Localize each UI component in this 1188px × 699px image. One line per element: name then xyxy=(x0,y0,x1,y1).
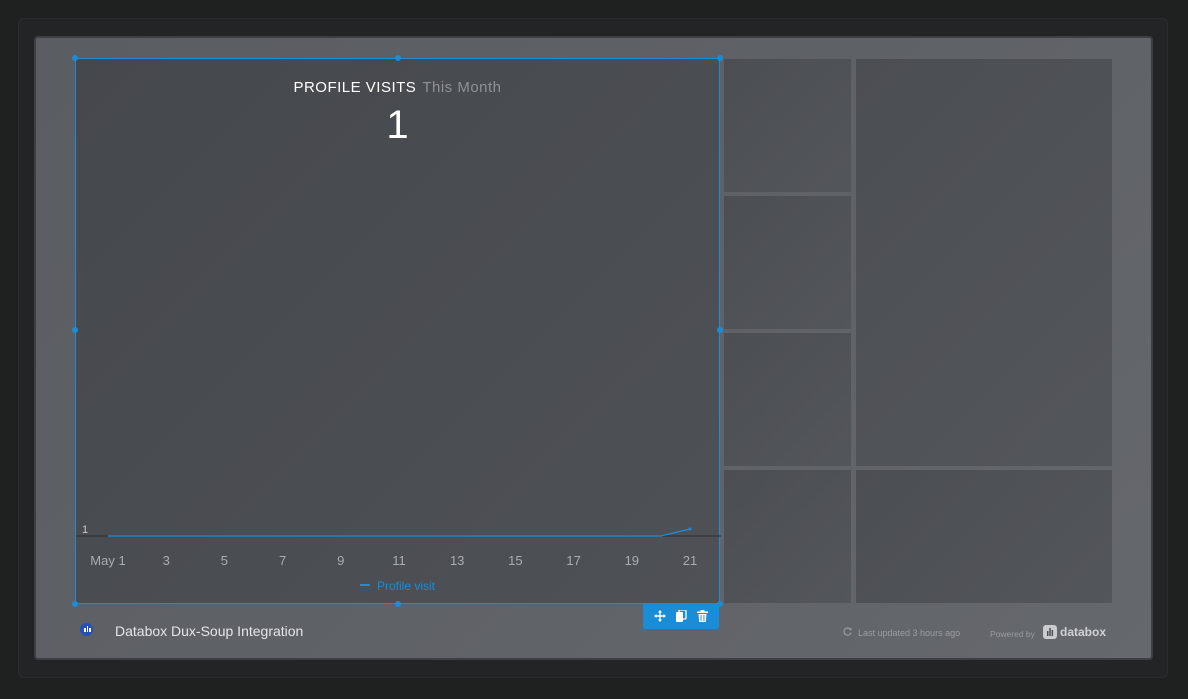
resize-handle[interactable] xyxy=(395,55,401,61)
x-tick-label: 9 xyxy=(337,553,344,568)
resize-handle[interactable] xyxy=(72,327,78,333)
profile-visits-widget[interactable]: PROFILE VISITS This Month 1 1 May 1 3 5 7 9 11 1… xyxy=(75,58,721,604)
databox-brand[interactable]: databox xyxy=(1043,625,1106,639)
legend-label: Profile visit xyxy=(377,579,436,593)
last-updated-text: Last updated 3 hours ago xyxy=(858,628,961,638)
x-tick-label: 5 xyxy=(221,553,228,568)
x-tick-label: 3 xyxy=(163,553,170,568)
x-tick-label: 15 xyxy=(508,553,522,568)
widget-placeholder[interactable] xyxy=(856,59,1112,466)
widget-placeholder[interactable] xyxy=(724,59,851,192)
move-icon[interactable] xyxy=(654,609,666,624)
databox-brand-icon xyxy=(1043,625,1057,639)
refresh-icon xyxy=(843,627,852,638)
x-tick-label: 17 xyxy=(566,553,580,568)
databox-logo-icon xyxy=(80,623,93,636)
line-chart: 1 May 1 3 5 7 9 11 13 15 17 19 21 Profile visit xyxy=(76,524,721,593)
data-point xyxy=(688,527,692,531)
x-tick-label: 21 xyxy=(683,553,697,568)
last-updated: Last updated 3 hours ago xyxy=(843,627,960,638)
widget-placeholder[interactable] xyxy=(724,333,851,466)
y-tick-label: 1 xyxy=(82,524,88,536)
powered-by-text: Powered by xyxy=(990,629,1035,639)
x-tick-label: 13 xyxy=(450,553,464,568)
x-tick-label: May 1 xyxy=(90,553,125,568)
widget-placeholder[interactable] xyxy=(724,470,851,603)
widget-placeholder[interactable] xyxy=(856,470,1112,603)
resize-handle[interactable] xyxy=(717,327,723,333)
x-tick-label: 7 xyxy=(279,553,286,568)
resize-handle[interactable] xyxy=(72,601,78,607)
x-tick-label: 11 xyxy=(392,553,406,568)
resize-handle[interactable] xyxy=(717,55,723,61)
series-line xyxy=(108,528,691,537)
duplicate-icon[interactable] xyxy=(676,608,687,624)
x-tick-label: 19 xyxy=(625,553,639,568)
databox-brand-name: databox xyxy=(1060,625,1107,639)
widget-placeholder[interactable] xyxy=(724,196,851,329)
trash-icon[interactable] xyxy=(697,609,708,624)
dashboard-name: Databox Dux-Soup Integration xyxy=(115,623,304,639)
resize-handle[interactable] xyxy=(72,55,78,61)
resize-handle[interactable] xyxy=(395,601,401,607)
widget-toolbar xyxy=(643,604,719,629)
